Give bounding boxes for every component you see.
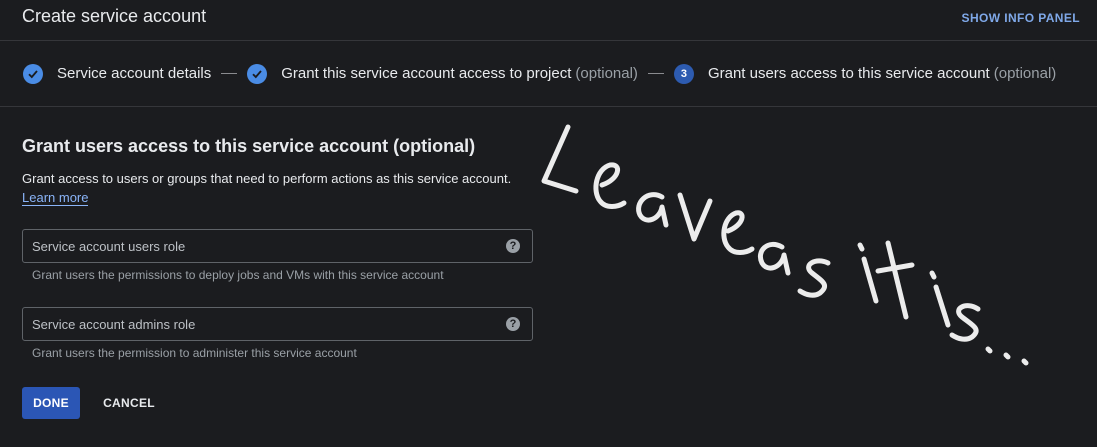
help-icon[interactable]: ? [506, 317, 520, 331]
show-info-panel-button[interactable]: SHOW INFO PANEL [962, 11, 1080, 25]
step-grant-users-access[interactable]: 3 Grant users access to this service acc… [673, 63, 1057, 84]
learn-more-link[interactable]: Learn more [22, 190, 89, 206]
handwritten-annotation [541, 124, 1029, 366]
step-connector [221, 73, 238, 74]
help-icon[interactable]: ? [506, 239, 520, 253]
admins-role-input[interactable] [32, 308, 492, 340]
page-header: Create service account SHOW INFO PANEL [0, 0, 1097, 41]
step-label: Grant users access to this service accou… [707, 65, 990, 82]
done-button[interactable]: DONE [22, 387, 80, 419]
admins-role-hint: Grant users the permission to administer… [32, 346, 357, 360]
page-title: Create service account [22, 6, 207, 26]
section-title: Grant users access to this service accou… [22, 136, 476, 156]
step-connector [647, 73, 664, 74]
step-service-account-details[interactable]: Service account details [23, 63, 212, 84]
users-role-field[interactable]: ? [22, 229, 533, 263]
step-number-badge: 3 [673, 63, 694, 84]
users-role-input[interactable] [32, 230, 492, 262]
check-icon [247, 63, 268, 84]
step-label: Grant this service account access to pro… [281, 65, 572, 82]
section-description: Grant access to users or groups that nee… [22, 171, 512, 186]
step-label: Service account details [57, 65, 212, 82]
check-icon [23, 63, 43, 84]
step-optional-label: (optional) [575, 65, 638, 82]
admins-role-field[interactable]: ? [22, 307, 533, 341]
stepper: Service account details Grant this servi… [0, 41, 1097, 107]
step-grant-project-access[interactable]: Grant this service account access to pro… [247, 63, 638, 84]
step-optional-label: (optional) [993, 65, 1057, 82]
users-role-hint: Grant users the permissions to deploy jo… [32, 268, 444, 282]
cancel-button[interactable]: CANCEL [96, 387, 162, 419]
